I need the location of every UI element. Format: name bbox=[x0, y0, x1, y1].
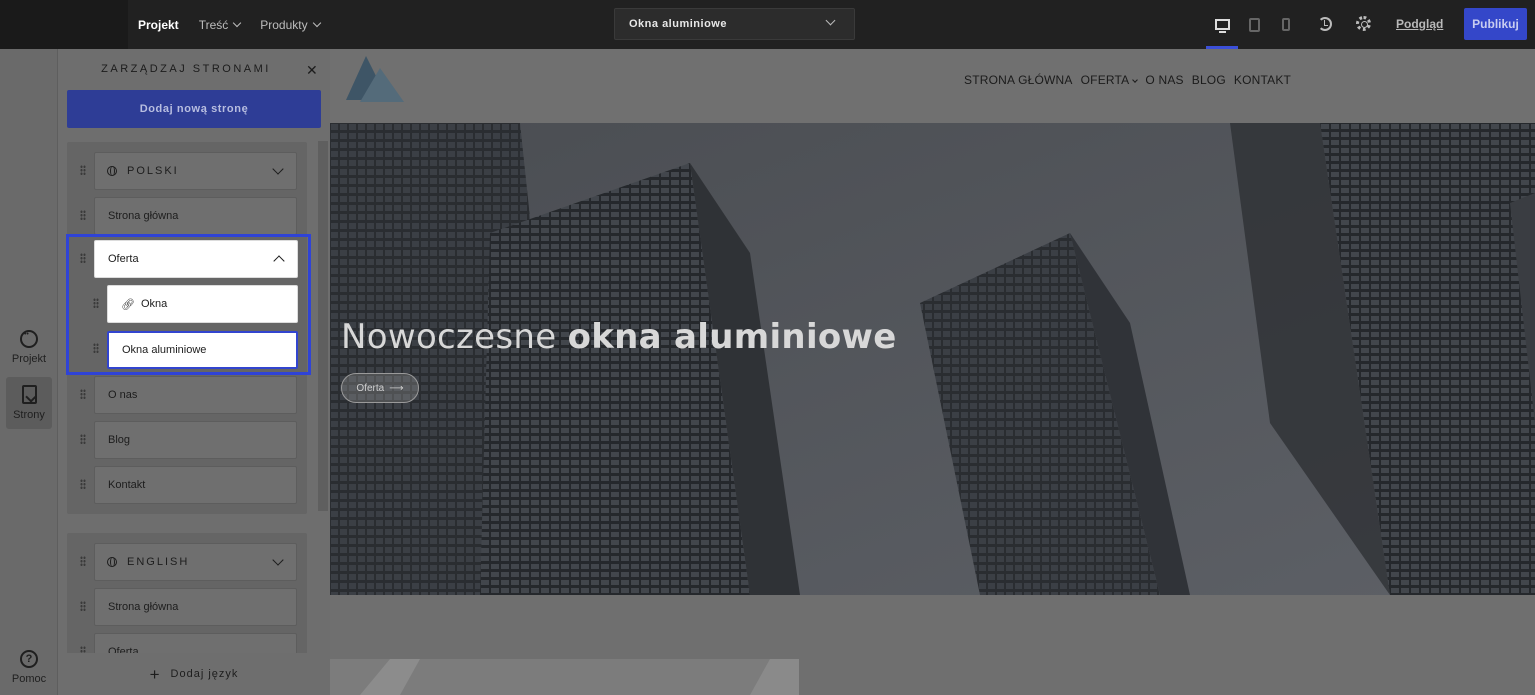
pages-icon bbox=[21, 385, 37, 404]
site-nav-item-oferta[interactable]: OFERTA bbox=[1080, 73, 1139, 87]
site-nav-item[interactable]: O NAS bbox=[1145, 73, 1183, 87]
chevron-down-icon bbox=[272, 554, 284, 566]
topnav-projekt[interactable]: Projekt bbox=[128, 18, 189, 32]
rail-item-pomoc[interactable]: ? Pomoc bbox=[6, 641, 52, 693]
chevron-down-icon bbox=[312, 18, 321, 28]
page-item[interactable]: Blog bbox=[94, 421, 297, 459]
site-nav: STRONA GŁÓWNA OFERTA O NAS BLOG KONTAKT bbox=[964, 73, 1291, 87]
site-nav-label: OFERTA bbox=[1080, 73, 1130, 87]
hero-button[interactable]: Oferta ⟶ bbox=[341, 373, 419, 403]
drag-handle-icon[interactable] bbox=[80, 165, 86, 176]
chevron-up-icon bbox=[273, 255, 285, 267]
section-image bbox=[330, 659, 799, 695]
drag-handle-icon[interactable] bbox=[80, 210, 86, 221]
page-label: Strona główna bbox=[108, 210, 179, 222]
page-label: O nas bbox=[108, 389, 138, 401]
add-language-label: Dodaj język bbox=[170, 668, 239, 680]
gear-icon[interactable] bbox=[1356, 16, 1371, 31]
hero-title[interactable]: Nowoczesne okna aluminiowe bbox=[341, 317, 897, 357]
topnav-tresc[interactable]: Treść bbox=[189, 18, 251, 32]
subpage-item-okna[interactable]: 🔗︎ Okna bbox=[107, 285, 298, 323]
scrollbar[interactable] bbox=[318, 141, 328, 511]
hero-title-bold: okna aluminiowe bbox=[567, 317, 897, 357]
device-switcher bbox=[1206, 0, 1302, 49]
page-select-value: Okna aluminiowe bbox=[629, 18, 727, 30]
chevron-down-icon bbox=[233, 18, 242, 28]
rail-item-projekt[interactable]: Projekt bbox=[6, 321, 52, 373]
page-label: Okna bbox=[140, 298, 168, 310]
desktop-icon bbox=[1214, 19, 1230, 33]
rail-item-label: Pomoc bbox=[11, 672, 47, 685]
palette-icon bbox=[20, 329, 38, 348]
language-item-polski[interactable]: POLSKI bbox=[94, 152, 297, 190]
chevron-down-icon bbox=[1132, 77, 1139, 83]
topnav-label: Projekt bbox=[138, 17, 179, 32]
plus-icon: + bbox=[149, 664, 161, 684]
page-label: Oferta bbox=[108, 253, 139, 265]
drag-handle-icon[interactable] bbox=[80, 434, 86, 445]
pages-panel: ZARZĄDZAJ STRONAMI ✕ Dodaj nową stronę P… bbox=[58, 49, 330, 695]
site-nav-item[interactable]: KONTAKT bbox=[1234, 73, 1291, 87]
chevron-down-icon bbox=[825, 15, 836, 26]
brand-area bbox=[0, 0, 128, 49]
add-page-button[interactable]: Dodaj nową stronę bbox=[67, 90, 321, 128]
topnav-label: Treść bbox=[198, 17, 229, 32]
hero-title-light: Nowoczesne bbox=[341, 317, 568, 357]
globe-icon bbox=[107, 557, 117, 567]
tablet-icon bbox=[1248, 17, 1260, 32]
page-label: Strona główna bbox=[108, 601, 179, 613]
drag-handle-icon[interactable] bbox=[80, 601, 86, 612]
publish-button[interactable]: Publikuj bbox=[1464, 8, 1527, 40]
rail-item-label: Projekt bbox=[11, 352, 47, 365]
add-language-button[interactable]: + Dodaj język bbox=[58, 653, 330, 695]
left-rail: Projekt Strony ? Pomoc bbox=[0, 49, 58, 695]
drag-handle-icon[interactable] bbox=[80, 253, 86, 264]
language-item-english[interactable]: ENGLISH bbox=[94, 543, 297, 581]
chevron-down-icon bbox=[272, 163, 284, 175]
drag-handle-icon[interactable] bbox=[80, 389, 86, 400]
page-item[interactable]: Strona główna bbox=[94, 588, 297, 626]
site-nav-item[interactable]: STRONA GŁÓWNA bbox=[964, 73, 1073, 87]
history-icon[interactable] bbox=[1318, 17, 1332, 31]
top-bar: Projekt Treść Produkty Okna aluminiowe P… bbox=[0, 0, 1535, 49]
language-label: ENGLISH bbox=[127, 556, 190, 568]
language-label: POLSKI bbox=[127, 165, 179, 177]
site-nav-item[interactable]: BLOG bbox=[1192, 73, 1226, 87]
globe-icon bbox=[107, 166, 117, 176]
phone-icon bbox=[1282, 18, 1290, 31]
page-label: Blog bbox=[108, 434, 131, 446]
top-nav: Projekt Treść Produkty bbox=[128, 0, 330, 49]
page-item-oferta[interactable]: Oferta bbox=[94, 240, 298, 278]
page-select[interactable]: Okna aluminiowe bbox=[614, 8, 855, 40]
drag-handle-icon[interactable] bbox=[80, 479, 86, 490]
topnav-produkty[interactable]: Produkty bbox=[250, 18, 329, 32]
drag-handle-icon[interactable] bbox=[93, 343, 99, 354]
page-item[interactable]: Kontakt bbox=[94, 466, 297, 504]
rail-item-strony[interactable]: Strony bbox=[6, 377, 52, 429]
help-icon: ? bbox=[20, 649, 38, 668]
page-item[interactable]: Strona główna bbox=[94, 197, 297, 235]
page-label: Kontakt bbox=[108, 479, 146, 491]
panel-title: ZARZĄDZAJ STRONAMI bbox=[101, 63, 271, 75]
drag-handle-icon[interactable] bbox=[80, 556, 86, 567]
link-icon: 🔗︎ bbox=[121, 298, 135, 311]
topnav-label: Produkty bbox=[260, 17, 308, 32]
subpage-item-okna-aluminiowe[interactable]: Okna aluminiowe bbox=[107, 331, 298, 369]
page-item[interactable]: O nas bbox=[94, 376, 297, 414]
drag-handle-icon[interactable] bbox=[93, 298, 99, 309]
hero-background-image bbox=[330, 123, 1535, 595]
desktop-view-button[interactable] bbox=[1206, 0, 1238, 49]
site-header: STRONA GŁÓWNA OFERTA O NAS BLOG KONTAKT bbox=[330, 49, 1535, 123]
site-logo[interactable] bbox=[344, 54, 406, 104]
hero-section[interactable]: Nowoczesne okna aluminiowe Oferta ⟶ bbox=[330, 123, 1535, 595]
arrow-right-icon: ⟶ bbox=[389, 382, 404, 394]
preview-link[interactable]: Podgląd bbox=[1396, 17, 1443, 31]
site-preview: STRONA GŁÓWNA OFERTA O NAS BLOG KONTAKT bbox=[330, 49, 1535, 695]
rail-item-label: Strony bbox=[13, 409, 45, 421]
mobile-view-button[interactable] bbox=[1270, 0, 1302, 49]
tablet-view-button[interactable] bbox=[1238, 0, 1270, 49]
close-icon[interactable]: ✕ bbox=[306, 62, 318, 79]
hero-button-label: Oferta bbox=[356, 382, 385, 394]
page-label: Okna aluminiowe bbox=[122, 344, 207, 356]
